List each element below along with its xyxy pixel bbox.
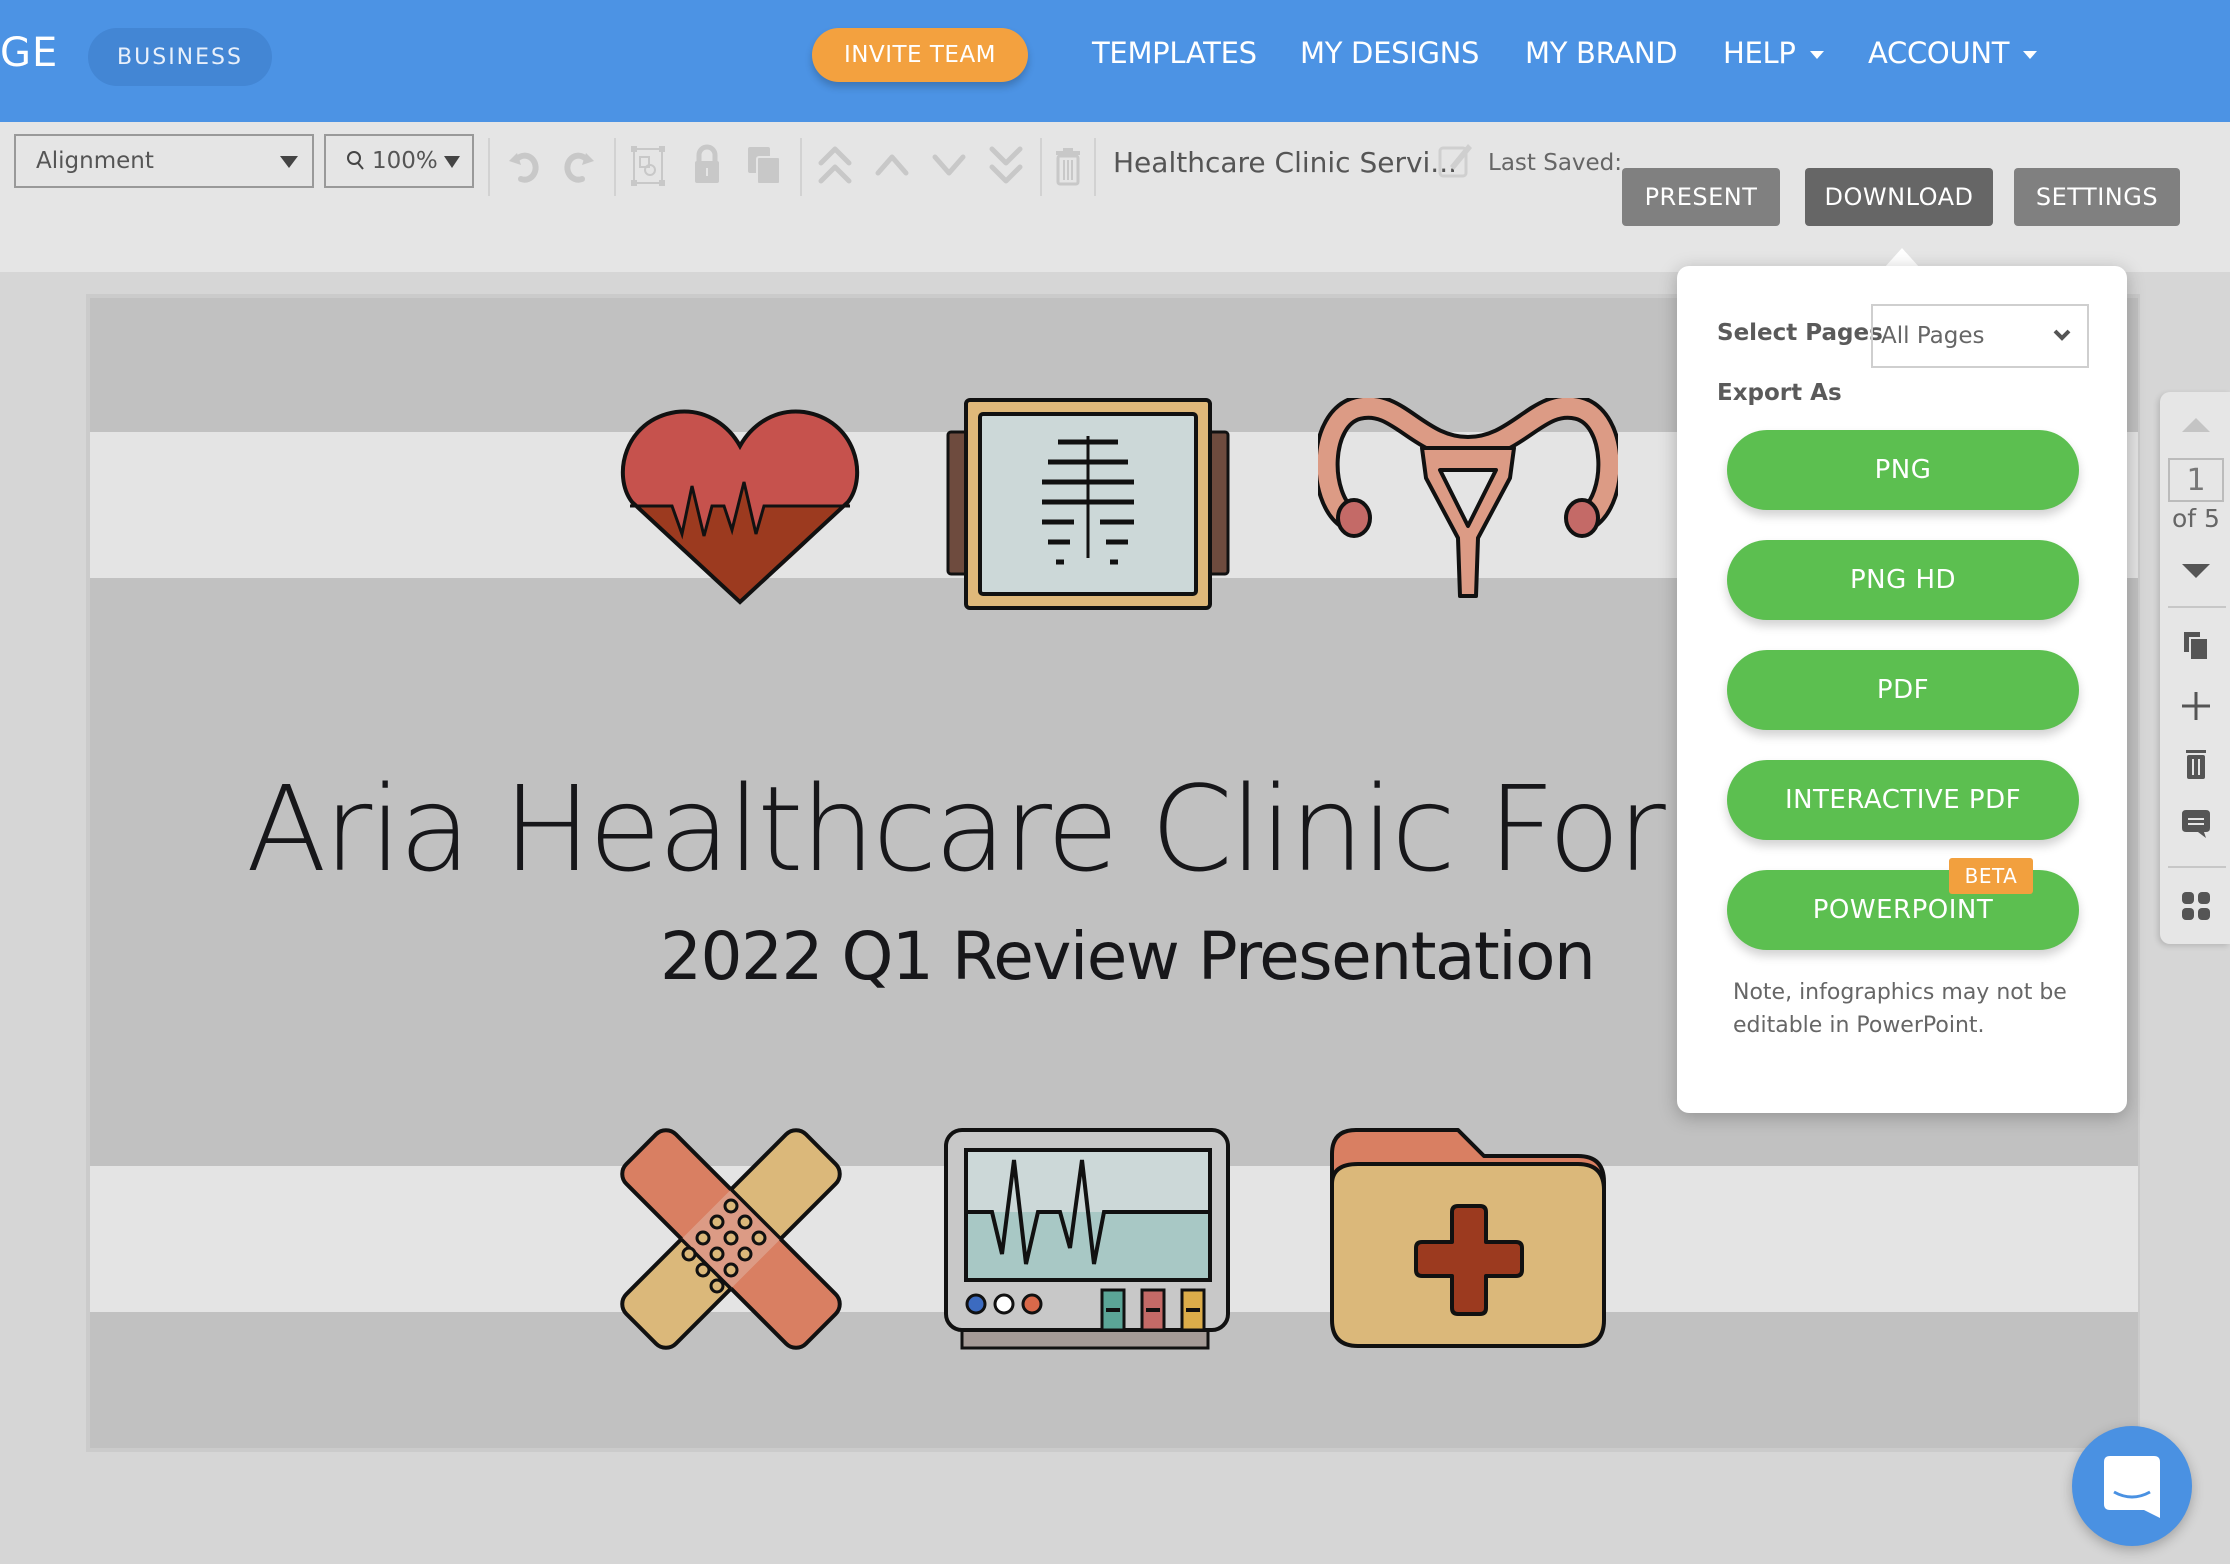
nav-account[interactable]: ACCOUNT xyxy=(1868,36,2038,70)
brand-logo[interactable]: GE xyxy=(0,30,58,76)
comment-icon[interactable] xyxy=(2178,806,2214,842)
alignment-select-value: Alignment xyxy=(36,148,154,174)
delete-page-icon[interactable] xyxy=(2178,746,2214,782)
top-header: GE BUSINESS INVITE TEAM TEMPLATES MY DES… xyxy=(0,0,2230,122)
beta-badge: BETA xyxy=(1949,858,2033,894)
document-title[interactable]: Healthcare Clinic Servi... xyxy=(1113,146,1457,179)
duplicate-icon[interactable] xyxy=(742,140,786,190)
export-label: POWERPOINT xyxy=(1812,895,1994,925)
redo-icon[interactable] xyxy=(558,140,602,190)
magnifier-icon xyxy=(347,151,364,170)
current-page-input[interactable]: 1 xyxy=(2168,458,2224,502)
settings-button[interactable]: SETTINGS xyxy=(2014,168,2180,226)
select-pages-label: Select Pages xyxy=(1717,320,1883,346)
bring-to-front-icon[interactable] xyxy=(813,140,857,190)
chat-launcher-button[interactable] xyxy=(2072,1426,2192,1546)
panel-divider xyxy=(2168,866,2226,868)
zoom-select[interactable]: 100% xyxy=(324,134,474,188)
export-pdf-button[interactable]: PDF xyxy=(1727,650,2079,730)
export-png-hd-button[interactable]: PNG HD xyxy=(1727,540,2079,620)
group-icon[interactable] xyxy=(626,140,670,190)
add-page-icon[interactable] xyxy=(2178,688,2214,724)
edit-title-icon[interactable] xyxy=(1436,138,1476,182)
chat-icon xyxy=(2104,1456,2160,1518)
duplicate-page-icon[interactable] xyxy=(2178,628,2214,664)
heart-pulse-icon[interactable] xyxy=(620,406,860,606)
dropdown-arrow-icon xyxy=(280,156,298,168)
uterus-icon[interactable] xyxy=(1318,398,1618,598)
next-page-icon[interactable] xyxy=(2182,564,2210,578)
nav-my-designs[interactable]: MY DESIGNS xyxy=(1300,36,1479,70)
nav-templates[interactable]: TEMPLATES xyxy=(1092,36,1257,70)
chevron-down-icon xyxy=(2053,329,2071,341)
nav-help[interactable]: HELP xyxy=(1723,36,1824,70)
send-to-back-icon[interactable] xyxy=(984,140,1028,190)
toolbar-divider xyxy=(488,138,490,196)
nav-label: ACCOUNT xyxy=(1868,36,2010,70)
present-button[interactable]: PRESENT xyxy=(1622,168,1780,226)
invite-team-button[interactable]: INVITE TEAM xyxy=(812,28,1028,82)
grid-view-icon[interactable] xyxy=(2178,888,2214,924)
download-popup: Select Pages All Pages Export As PNG PNG… xyxy=(1677,266,2127,1113)
page-count: of 5 xyxy=(2172,504,2220,533)
x-ray-icon[interactable] xyxy=(946,398,1230,610)
bandage-icon[interactable] xyxy=(618,1126,844,1352)
toolbar-divider xyxy=(1094,138,1096,196)
last-saved-label: Last Saved: xyxy=(1488,150,1623,176)
toolbar-divider xyxy=(800,138,802,196)
export-powerpoint-button[interactable]: POWERPOINT BETA xyxy=(1727,858,2079,950)
nav-label: MY DESIGNS xyxy=(1300,36,1480,70)
nav-label: TEMPLATES xyxy=(1092,36,1257,70)
export-label: PNG xyxy=(1874,455,1932,485)
zoom-select-value: 100% xyxy=(372,148,438,174)
slide-title[interactable]: Aria Healthcare Clinic For W xyxy=(246,760,1814,898)
toolbar-divider xyxy=(614,138,616,196)
delete-icon[interactable] xyxy=(1046,140,1090,190)
nav-label: MY BRAND xyxy=(1525,36,1678,70)
caret-down-icon xyxy=(1809,51,1824,59)
export-label: PNG HD xyxy=(1849,565,1957,595)
dropdown-arrow-icon xyxy=(444,156,460,168)
alignment-select[interactable]: Alignment xyxy=(14,134,314,188)
plan-badge: BUSINESS xyxy=(88,28,272,86)
caret-down-icon xyxy=(2023,51,2038,59)
nav-my-brand[interactable]: MY BRAND xyxy=(1525,36,1678,70)
pages-select-value: All Pages xyxy=(1881,323,1985,349)
export-note: Note, infographics may not be editable i… xyxy=(1733,980,2067,1038)
export-label: PDF xyxy=(1876,675,1930,705)
export-png-button[interactable]: PNG xyxy=(1727,430,2079,510)
send-backward-icon[interactable] xyxy=(927,140,971,190)
undo-icon[interactable] xyxy=(501,140,545,190)
export-label: INTERACTIVE PDF xyxy=(1784,785,2022,815)
export-as-label: Export As xyxy=(1717,380,1842,406)
pages-select[interactable]: All Pages xyxy=(1871,304,2089,368)
slide-subtitle[interactable]: 2022 Q1 Review Presentation xyxy=(660,918,1596,995)
panel-divider xyxy=(2168,606,2226,608)
popup-arrow xyxy=(1884,248,1920,268)
medical-folder-icon[interactable] xyxy=(1328,1124,1608,1350)
lock-icon[interactable] xyxy=(685,140,729,190)
toolbar-divider xyxy=(1040,138,1042,196)
bring-forward-icon[interactable] xyxy=(870,140,914,190)
download-button[interactable]: DOWNLOAD xyxy=(1805,168,1993,226)
nav-label: HELP xyxy=(1723,36,1796,70)
page-navigation-panel: 1 of 5 xyxy=(2160,392,2230,944)
heart-monitor-icon[interactable] xyxy=(942,1126,1232,1350)
previous-page-icon[interactable] xyxy=(2182,418,2210,432)
export-interactive-pdf-button[interactable]: INTERACTIVE PDF xyxy=(1727,760,2079,840)
